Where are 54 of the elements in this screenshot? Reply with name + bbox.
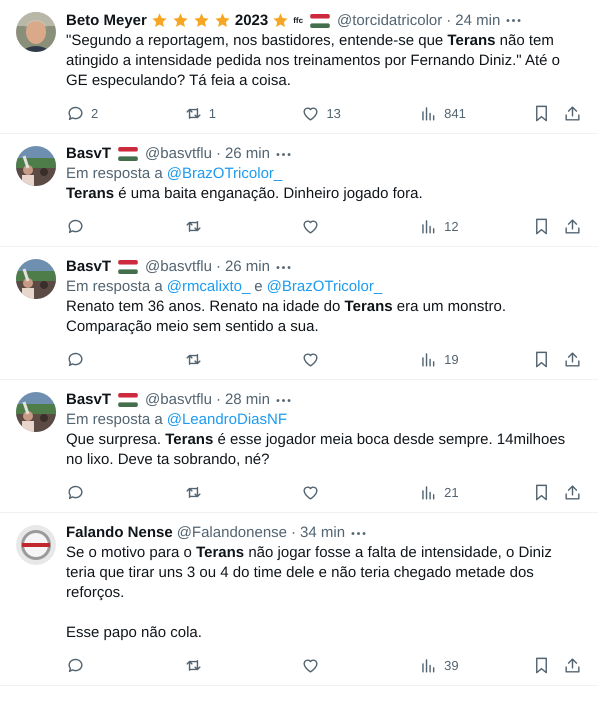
display-name[interactable]: BasvT — [66, 144, 112, 164]
share-icon[interactable] — [563, 482, 582, 502]
share-icon[interactable] — [563, 104, 582, 122]
post-time[interactable]: 24 min — [455, 10, 500, 30]
tweet-text: Terans é uma baita enganação. Dinheiro jogado fora. — [66, 184, 424, 204]
star-icon — [150, 12, 168, 29]
repost-count: 1 — [208, 106, 216, 120]
post-time[interactable]: 26 min — [224, 257, 270, 277]
views-count: 39 — [444, 658, 459, 672]
user-handle[interactable]: @basvtflu — [145, 257, 212, 277]
share-icon[interactable] — [563, 216, 582, 236]
star-icon — [214, 12, 231, 29]
user-handle[interactable]: @torcidatricolor — [337, 10, 442, 30]
like-count: 13 — [326, 106, 341, 120]
flag-icon — [118, 260, 138, 274]
user-handle[interactable]: @basvtflu — [145, 144, 212, 164]
display-name[interactable]: BasvT — [66, 390, 112, 410]
tweet-text: Renato tem 36 anos. Renato na idade do Terans era um monstro. Comparação meio sem sentido a sua. — [66, 297, 507, 337]
tweet-text: Que surpresa. Terans é esse jogador meia boca desde sempre. 14milhoes no lixo. Deve ta sobrando, né? — [66, 430, 566, 470]
post-time[interactable]: 34 min — [300, 523, 346, 543]
share-icon[interactable] — [563, 656, 582, 674]
display-name[interactable]: Falando Nense — [66, 523, 173, 543]
reply-label: Em resposta a — [66, 410, 163, 430]
flag-icon — [118, 393, 138, 407]
tweet-text: Esse papo não cola. — [66, 623, 203, 643]
separator-dot: · — [216, 390, 221, 410]
views-count: 21 — [444, 484, 459, 500]
flag-icon — [310, 14, 330, 28]
post-time[interactable]: 28 min — [224, 390, 270, 410]
display-name[interactable]: BasvT — [66, 257, 112, 277]
star-icon — [192, 12, 210, 29]
tweet-text: Se o motivo para o Terans não jogar fosse a falta de intensidade, o Diniz teria que tirar uns 3 ou 4 do time dele e não teria chegado metade dos reforços. — [66, 543, 553, 603]
reply-joiner: e — [254, 277, 263, 297]
display-name[interactable]: Beto Meyer — [66, 10, 147, 30]
display-name[interactable]: 2023 — [234, 10, 268, 30]
user-handle[interactable]: @basvtflu — [145, 390, 212, 410]
reply-label: Em resposta a — [66, 164, 163, 184]
views-count: 19 — [444, 352, 459, 366]
flag-icon — [118, 147, 138, 161]
reply-label: Em resposta a — [66, 277, 163, 297]
views-count: 12 — [444, 218, 459, 234]
separator-dot: · — [291, 523, 296, 543]
separator-dot: · — [446, 10, 452, 30]
user-handle[interactable]: @Falandonense — [176, 523, 288, 543]
separator-dot: · — [216, 144, 221, 164]
share-icon[interactable] — [563, 350, 582, 368]
post-time[interactable]: 26 min — [224, 144, 270, 164]
views-count: 841 — [444, 106, 466, 120]
reply-count: 2 — [91, 106, 98, 120]
name-superscript: ffc — [293, 15, 304, 27]
star-icon — [172, 12, 189, 29]
separator-dot: · — [216, 257, 221, 277]
tweet-text: "Segundo a reportagem, nos bastidores, entende-se que Terans não tem atingido a intensidade pedida nos treinamentos por Fernando Diniz." Até o GE especulando? Tá feia a coisa. — [66, 31, 561, 91]
star-icon — [272, 12, 290, 29]
